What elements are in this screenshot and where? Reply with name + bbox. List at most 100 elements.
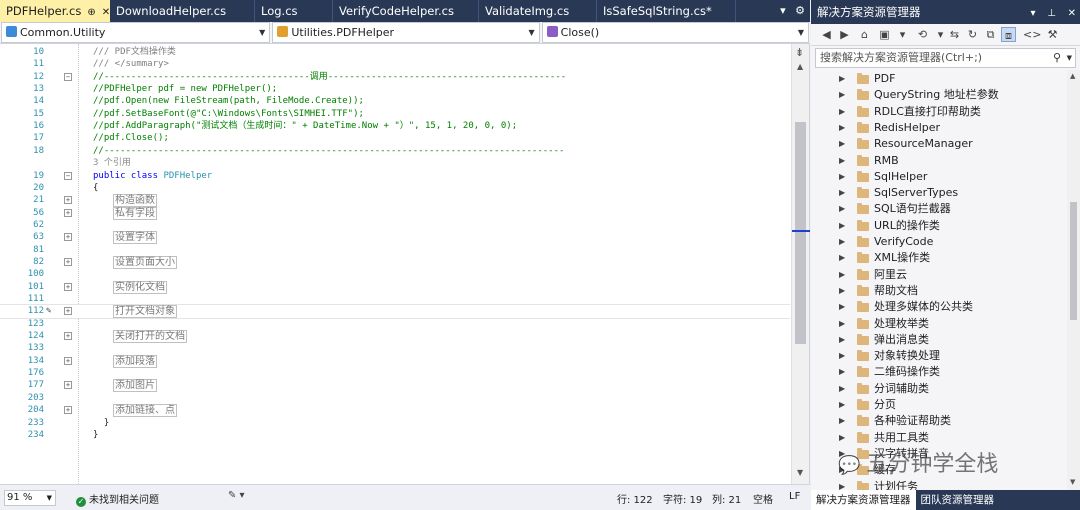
tree-node-folder[interactable]: ▶ URL的操作类 <box>811 218 1067 234</box>
zoom-dropdown[interactable]: 91 % ▼ <box>4 490 56 506</box>
tree-node-folder[interactable]: ▶ 计划任务 <box>811 479 1067 491</box>
fold-toggle-icon[interactable]: + <box>64 356 72 365</box>
code-line[interactable]: 63 + 设置字体 <box>0 231 790 245</box>
collapsed-region[interactable]: 私有字段 <box>113 206 157 220</box>
code-line[interactable]: 101 + 实例化文档 <box>0 280 790 294</box>
split-window-icon[interactable]: ⇟ <box>795 46 804 59</box>
show-all-files-icon[interactable]: ⧈ <box>1001 27 1016 42</box>
code-area[interactable]: 10 /// PDF文档操作类 11 /// </summary> 12 − //-----… <box>0 44 790 484</box>
code-line[interactable]: 56 + 私有字段 <box>0 206 790 220</box>
collapsed-region[interactable]: 设置字体 <box>113 231 157 245</box>
expand-arrow-icon[interactable]: ▶ <box>839 169 845 185</box>
tree-node-folder[interactable]: ▶ ResourceManager <box>811 136 1067 152</box>
explorer-vertical-scrollbar[interactable]: ▲ ▼ <box>1067 70 1080 490</box>
expand-arrow-icon[interactable]: ▶ <box>839 120 845 136</box>
tab-document[interactable]: IsSafeSqlString.cs* <box>597 0 736 22</box>
code-line[interactable]: 16 //pdf.AddParagraph("测试文档（生成时间：" + Date… <box>0 120 790 132</box>
settings-icon[interactable]: ⚙ <box>795 4 805 17</box>
collapsed-region[interactable]: 添加段落 <box>113 354 157 368</box>
properties-icon[interactable]: ⚒ <box>1045 27 1060 42</box>
scroll-down-icon[interactable]: ▼ <box>1070 478 1075 486</box>
code-line[interactable]: 234} <box>0 429 790 441</box>
tab-document[interactable]: Log.cs <box>255 0 333 22</box>
tree-node-folder[interactable]: ▶ 二维码操作类 <box>811 364 1067 380</box>
code-line[interactable]: 176 <box>0 367 790 379</box>
forward-icon[interactable]: ▶ <box>837 27 852 42</box>
code-line[interactable]: 19 − public class PDFHelper <box>0 170 790 182</box>
collapsed-region[interactable]: 构造函数 <box>113 194 157 208</box>
status-whitespace[interactable]: 空格 <box>753 491 773 506</box>
expand-arrow-icon[interactable]: ▶ <box>839 381 845 397</box>
tree-node-folder[interactable]: ▶ PDF <box>811 71 1067 87</box>
code-line[interactable]: 15 //pdf.SetBaseFont(@"C:\Windows\Fonts\S… <box>0 108 790 120</box>
fold-toggle-icon[interactable]: − <box>64 72 72 81</box>
expand-arrow-icon[interactable]: ▶ <box>839 283 845 299</box>
tree-node-folder[interactable]: ▶ 分页 <box>811 397 1067 413</box>
chevron-down-icon[interactable]: ▾ <box>933 27 948 42</box>
code-line[interactable]: 12 − //-----------------------------------… <box>0 71 790 83</box>
fold-toggle-icon[interactable]: + <box>64 208 72 217</box>
fold-toggle-icon[interactable]: + <box>64 307 72 316</box>
expand-arrow-icon[interactable]: ▶ <box>839 299 845 315</box>
code-line[interactable]: 123 <box>0 318 790 330</box>
chevron-down-icon[interactable]: ▾ <box>895 27 910 42</box>
refresh-icon[interactable]: ↻ <box>965 27 980 42</box>
code-line[interactable]: 100 <box>0 268 790 280</box>
tree-node-folder[interactable]: ▶ VerifyCode <box>811 234 1067 250</box>
tree-node-folder[interactable]: ▶ 共用工具类 <box>811 430 1067 446</box>
tree-node-folder[interactable]: ▶ RedisHelper <box>811 120 1067 136</box>
tree-node-folder[interactable]: ▶ SqlHelper <box>811 169 1067 185</box>
chevron-down-icon[interactable]: ▼ <box>1067 49 1072 67</box>
fold-toggle-icon[interactable]: + <box>64 282 72 291</box>
collapsed-region[interactable]: 实例化文档 <box>113 280 167 294</box>
expand-arrow-icon[interactable]: ▶ <box>839 234 845 250</box>
code-line[interactable]: 124 + 关闭打开的文档 <box>0 330 790 344</box>
issues-indicator[interactable]: ✓ 未找到相关问题 <box>76 491 159 507</box>
expand-arrow-icon[interactable]: ▶ <box>839 153 845 169</box>
tree-node-folder[interactable]: ▶ 帮助文档 <box>811 283 1067 299</box>
tree-node-folder[interactable]: ▶ SqlServerTypes <box>811 185 1067 201</box>
code-line[interactable]: 177 + 添加图片 <box>0 379 790 393</box>
explorer-tab[interactable]: 解决方案资源管理器 <box>811 490 916 510</box>
expand-arrow-icon[interactable]: ▶ <box>839 104 845 120</box>
code-line[interactable]: 134 + 添加段落 <box>0 354 790 368</box>
collapsed-region[interactable]: 设置页面大小 <box>113 255 177 269</box>
search-icon[interactable]: ⚲ <box>1053 49 1061 67</box>
expand-arrow-icon[interactable]: ▶ <box>839 218 845 234</box>
tree-node-folder[interactable]: ▶ RDLC直接打印帮助类 <box>811 104 1067 120</box>
scrollbar-thumb[interactable] <box>795 122 806 344</box>
code-line[interactable]: 112 ✎ + 打开文档对象 <box>0 304 790 319</box>
close-icon[interactable]: ✕ <box>1068 8 1076 19</box>
code-cleanup-icon[interactable]: ✎ ▾ <box>228 490 245 501</box>
tree-node-folder[interactable]: ▶ XML操作类 <box>811 250 1067 266</box>
scrollbar-thumb[interactable] <box>1070 202 1077 320</box>
fold-toggle-icon[interactable]: + <box>64 233 72 242</box>
solution-explorer-search-input[interactable]: 搜索解决方案资源管理器(Ctrl+;) ⚲ ▼ <box>815 48 1076 68</box>
code-line[interactable]: 204 + 添加链接、点 <box>0 404 790 418</box>
expand-arrow-icon[interactable]: ▶ <box>839 397 845 413</box>
code-line[interactable]: 3 个引用 <box>0 157 790 169</box>
fold-toggle-icon[interactable]: − <box>64 171 72 180</box>
tab-document[interactable]: DownloadHelper.cs <box>110 0 255 22</box>
expand-arrow-icon[interactable]: ▶ <box>839 413 845 429</box>
tab-list-dropdown-icon[interactable]: ▾ <box>780 4 786 17</box>
pin-icon[interactable]: ⊕ <box>87 2 95 22</box>
fold-toggle-icon[interactable]: + <box>64 257 72 266</box>
explorer-tab[interactable]: 团队资源管理器 <box>916 490 1000 510</box>
code-line[interactable]: 21 + 构造函数 <box>0 194 790 208</box>
code-line[interactable]: 14 //pdf.Open(new FileStream(path, FileMo… <box>0 95 790 107</box>
expand-arrow-icon[interactable]: ▶ <box>839 87 845 103</box>
scroll-up-icon[interactable]: ▲ <box>1070 72 1075 80</box>
expand-arrow-icon[interactable]: ▶ <box>839 348 845 364</box>
scroll-down-icon[interactable]: ▼ <box>797 468 803 477</box>
fold-toggle-icon[interactable]: + <box>64 406 72 415</box>
home-icon[interactable]: ⌂ <box>857 27 872 42</box>
expand-arrow-icon[interactable]: ▶ <box>839 136 845 152</box>
tab-document[interactable]: ValidateImg.cs <box>479 0 597 22</box>
expand-arrow-icon[interactable]: ▶ <box>839 267 845 283</box>
expand-arrow-icon[interactable]: ▶ <box>839 201 845 217</box>
code-line[interactable]: 13 //PDFHelper pdf = new PDFHelper(); <box>0 83 790 95</box>
expand-arrow-icon[interactable]: ▶ <box>839 479 845 491</box>
tree-node-folder[interactable]: ▶ SQL语句拦截器 <box>811 201 1067 217</box>
fold-toggle-icon[interactable]: + <box>64 196 72 205</box>
